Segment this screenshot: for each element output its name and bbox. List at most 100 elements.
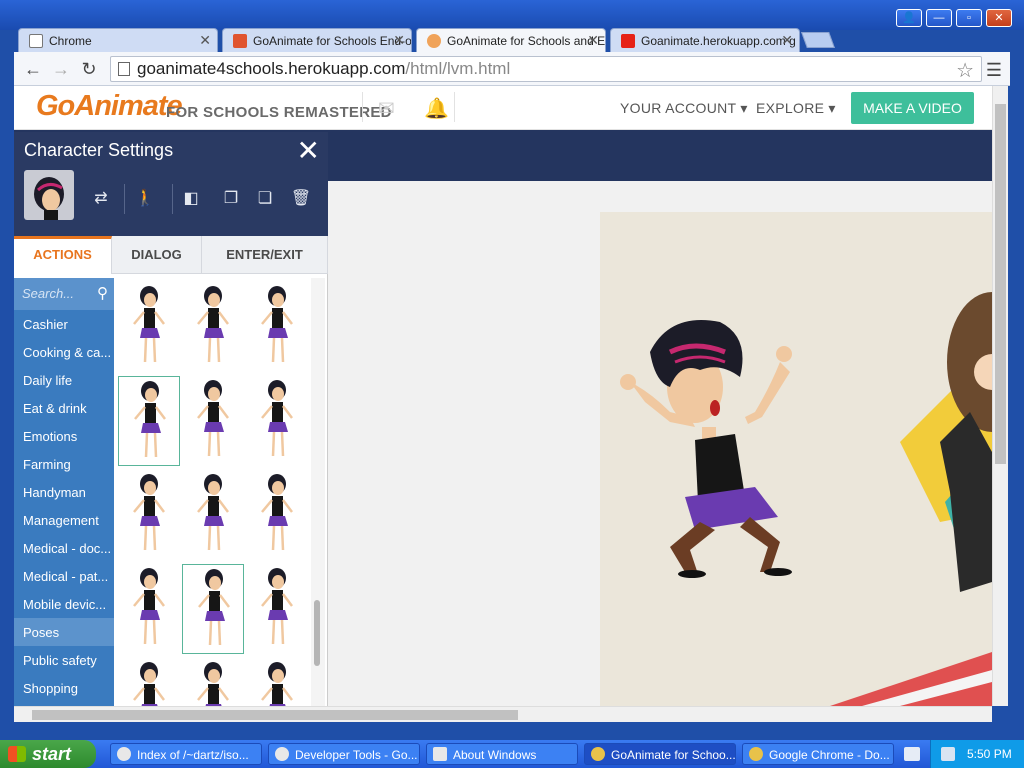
category-cashier[interactable]: Cashier — [14, 310, 114, 338]
page-icon — [118, 62, 130, 76]
url-path: /html/lvm.html — [405, 59, 511, 78]
back-arrow-icon[interactable]: ← — [22, 58, 44, 80]
minimize-button[interactable]: — — [926, 9, 952, 27]
task-label: GoAnimate for Schoo... — [611, 748, 736, 762]
task-index-of[interactable]: Index of /~dartz/iso... — [110, 743, 262, 765]
address-bar[interactable]: goanimate4schools.herokuapp.com/html/lvm… — [110, 56, 982, 82]
pose-thumbnail[interactable] — [118, 470, 180, 560]
category-shopping[interactable]: Shopping — [14, 674, 114, 702]
search-placeholder: Search... — [22, 286, 75, 301]
maximize-button[interactable]: ▫ — [956, 9, 982, 27]
tab-goanimate-schools[interactable]: GoAnimate for Schools and E ✕ — [416, 28, 606, 52]
pose-thumbnail[interactable] — [182, 376, 244, 466]
start-button[interactable]: start — [0, 740, 96, 768]
tab-actions[interactable]: ACTIONS — [14, 236, 112, 274]
category-cooking[interactable]: Cooking & ca... — [14, 338, 114, 366]
forward-arrow-icon[interactable]: → — [50, 58, 72, 80]
bell-icon[interactable]: 🔔 — [424, 96, 449, 121]
pose-thumbnail[interactable] — [118, 658, 180, 706]
category-farming[interactable]: Farming — [14, 450, 114, 478]
close-tab-icon[interactable]: ✕ — [199, 32, 211, 49]
scene-stage[interactable] — [600, 212, 992, 706]
tab-dialog[interactable]: DIALOG — [112, 236, 202, 274]
character-thumbnail[interactable] — [24, 170, 74, 220]
close-window-button[interactable]: ✕ — [986, 9, 1012, 27]
mail-icon[interactable]: ✉ — [378, 96, 395, 121]
menu-icon[interactable]: ☰ — [986, 60, 1002, 81]
category-daily-life[interactable]: Daily life — [14, 366, 114, 394]
pose-thumbnail[interactable] — [246, 470, 308, 560]
new-tab-button[interactable] — [801, 32, 835, 48]
walk-motion-icon[interactable]: 🚶 — [134, 188, 156, 210]
goanimate-icon — [427, 34, 441, 48]
tab-youtube[interactable]: Goanimate.herokuapp.com g ✕ — [610, 28, 800, 52]
category-emotions[interactable]: Emotions — [14, 422, 114, 450]
task-google-chrome[interactable]: Google Chrome - Do... — [742, 743, 894, 765]
category-mobile-devices[interactable]: Mobile devic... — [14, 590, 114, 618]
category-eat-drink[interactable]: Eat & drink — [14, 394, 114, 422]
category-public-safety[interactable]: Public safety — [14, 646, 114, 674]
tab-label: Goanimate.herokuapp.com g — [641, 34, 796, 48]
flip-icon[interactable]: ◧ — [180, 188, 202, 210]
task-about-windows[interactable]: About Windows — [426, 743, 578, 765]
task-developer-tools[interactable]: Developer Tools - Go... — [268, 743, 420, 765]
pose-thumbnail[interactable] — [118, 376, 180, 466]
search-icon[interactable]: ⚲ — [97, 284, 108, 302]
category-management[interactable]: Management — [14, 506, 114, 534]
chrome-icon — [749, 747, 763, 761]
copy-icon[interactable]: ❐ — [220, 188, 242, 210]
swap-character-icon[interactable]: ⇄ — [90, 188, 112, 210]
task-label: Index of /~dartz/iso... — [137, 748, 249, 762]
pose-thumbnail[interactable] — [182, 282, 244, 372]
delete-icon[interactable]: 🗑 — [290, 188, 312, 210]
tab-enter-exit[interactable]: ENTER/EXIT — [202, 236, 328, 274]
pose-thumbnail[interactable] — [182, 658, 244, 706]
keyboard-icon[interactable] — [904, 747, 920, 761]
close-tab-icon[interactable]: ✕ — [587, 32, 599, 49]
bookmark-star-icon[interactable]: ☆ — [956, 58, 974, 83]
task-goanimate[interactable]: GoAnimate for Schoo... — [584, 743, 736, 765]
task-label: Developer Tools - Go... — [295, 748, 418, 762]
pose-thumbnail[interactable] — [246, 376, 308, 466]
divider — [454, 92, 455, 122]
network-icon[interactable] — [941, 747, 955, 761]
pose-thumbnail[interactable] — [182, 564, 244, 654]
paste-icon[interactable]: ❏ — [254, 188, 276, 210]
category-medical-doc[interactable]: Medical - doc... — [14, 534, 114, 562]
page-vertical-scrollbar[interactable] — [992, 86, 1008, 706]
scrollbar-thumb[interactable] — [995, 104, 1006, 464]
tab-goanimate-end[interactable]: GoAnimate for Schools End-o ✕ — [222, 28, 412, 52]
url-host: goanimate4schools.herokuapp.com — [137, 59, 406, 78]
pose-thumbnail[interactable] — [246, 564, 308, 654]
clock: 5:50 PM — [967, 747, 1012, 761]
page-horizontal-scrollbar[interactable] — [14, 706, 992, 722]
divider — [172, 184, 173, 214]
page-icon — [29, 34, 43, 48]
scrollbar-thumb[interactable] — [314, 600, 320, 666]
pose-scrollbar[interactable] — [311, 278, 325, 706]
category-medical-pat[interactable]: Medical - pat... — [14, 562, 114, 590]
close-panel-icon[interactable]: ✕ — [297, 134, 320, 167]
category-handyman[interactable]: Handyman — [14, 478, 114, 506]
scrollbar-thumb[interactable] — [32, 710, 518, 720]
site-logo[interactable]: GoAnimate — [36, 90, 183, 123]
tab-chrome[interactable]: Chrome ✕ — [18, 28, 218, 52]
explore-menu[interactable]: EXPLORE ▾ — [756, 100, 836, 117]
pose-thumbnail[interactable] — [118, 564, 180, 654]
pose-thumbnail[interactable] — [118, 282, 180, 372]
windows-flag-icon — [8, 746, 26, 762]
reload-icon[interactable]: ↻ — [78, 58, 100, 80]
pose-thumbnail[interactable] — [246, 282, 308, 372]
user-icon[interactable]: 👤 — [896, 9, 922, 27]
category-poses[interactable]: Poses — [14, 618, 114, 646]
close-tab-icon[interactable]: ✕ — [781, 32, 793, 49]
your-account-menu[interactable]: YOUR ACCOUNT ▾ — [620, 100, 748, 117]
pose-thumbnail[interactable] — [182, 470, 244, 560]
taskbar: start Index of /~dartz/iso... Developer … — [0, 740, 1024, 768]
title-bar: 👤 — ▫ ✕ — [0, 0, 1024, 30]
pose-thumbnail[interactable] — [246, 658, 308, 706]
task-label: About Windows — [453, 748, 537, 762]
search-input[interactable]: Search... ⚲ — [14, 278, 114, 310]
close-tab-icon[interactable]: ✕ — [393, 32, 405, 49]
make-a-video-button[interactable]: MAKE A VIDEO — [851, 92, 974, 124]
